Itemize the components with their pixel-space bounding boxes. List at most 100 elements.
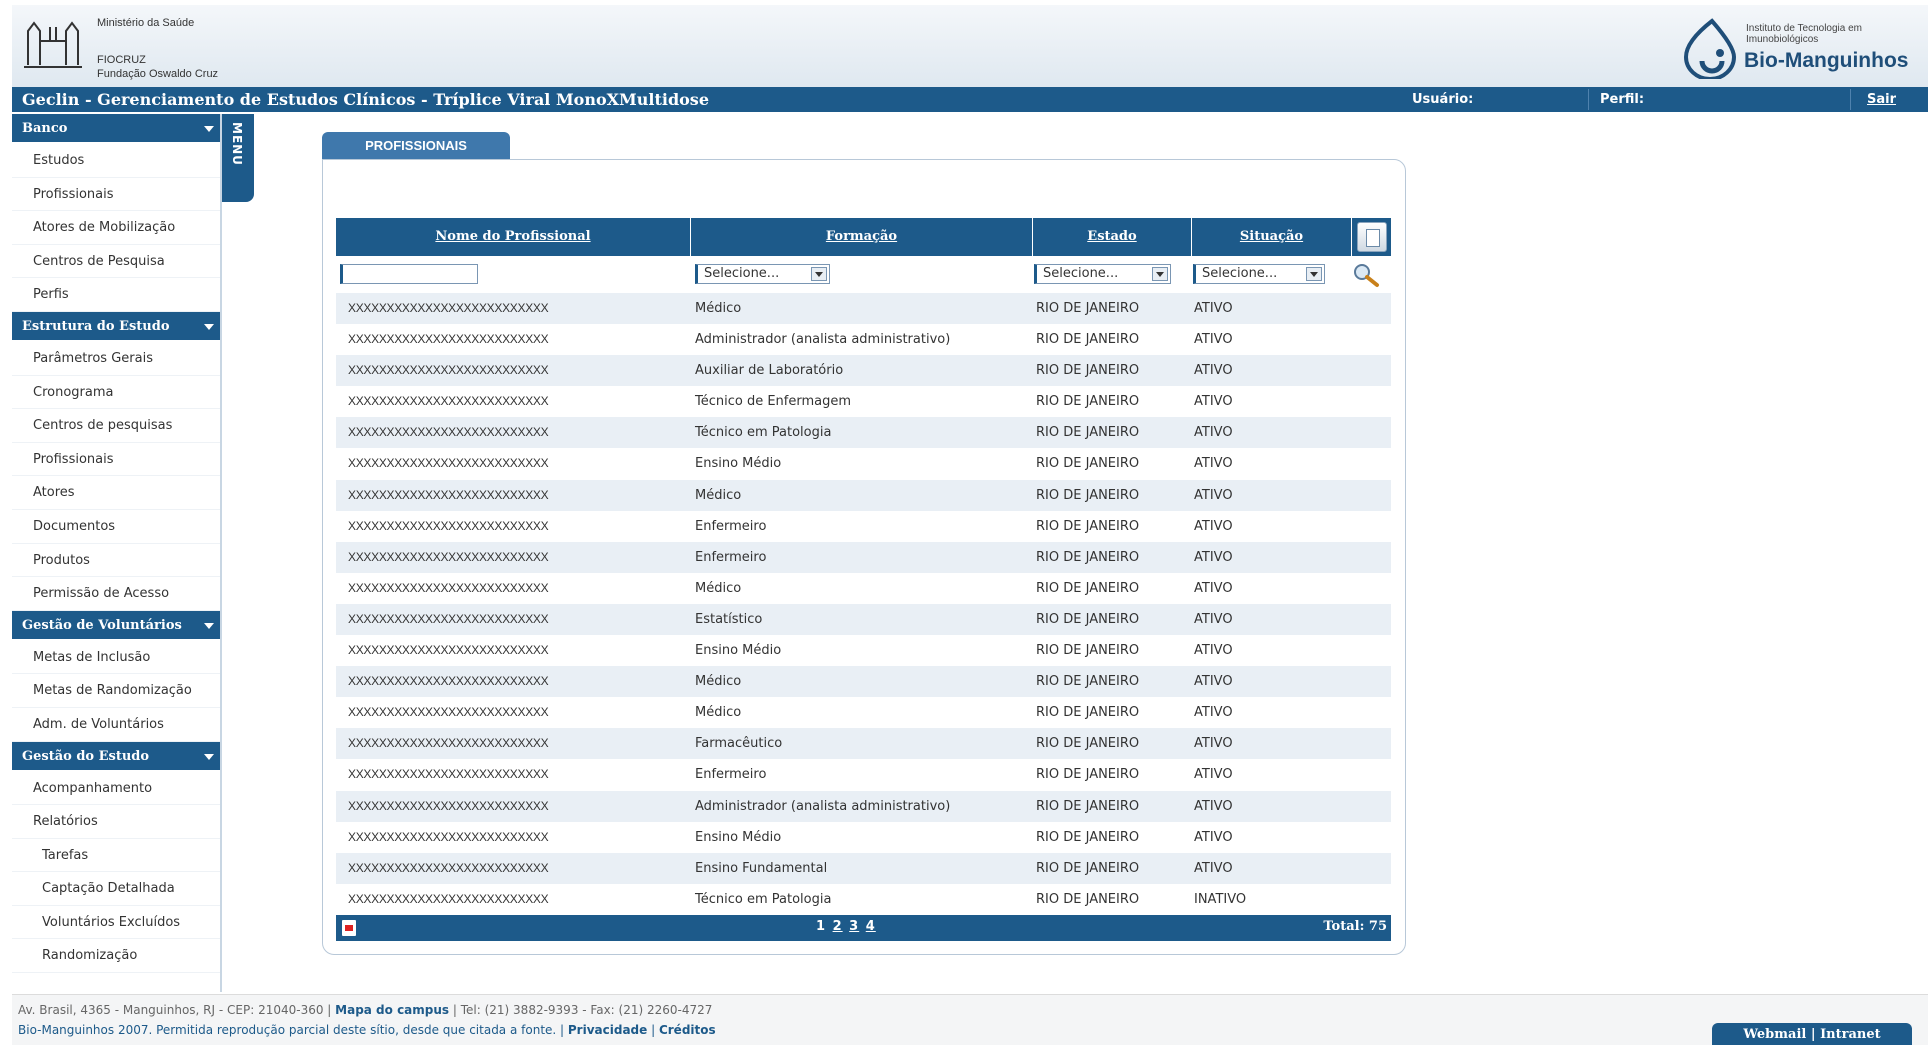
footer-separator: |	[647, 1023, 659, 1037]
sidebar-item-cronograma[interactable]: Cronograma	[12, 376, 220, 410]
table-row[interactable]: XXXXXXXXXXXXXXXXXXXXXXXXXX Enfermeiro RIO …	[336, 541, 1391, 573]
menu-tab-label: MENU	[230, 122, 244, 166]
app-title: Geclin - Gerenciamento de Estudos Clínic…	[22, 90, 709, 109]
privacy-link[interactable]: Privacidade	[568, 1023, 647, 1037]
estado-filter-value: Selecione...	[1043, 266, 1119, 281]
sidebar-item-acompanhamento[interactable]: Acompanhamento	[12, 772, 220, 806]
situacao-filter-select[interactable]: Selecione...	[1193, 264, 1325, 284]
export-icon[interactable]	[1357, 222, 1387, 252]
search-icon[interactable]	[1351, 262, 1381, 288]
sidebar-item-atores-mobilizacao[interactable]: Atores de Mobilização	[12, 211, 220, 245]
fiocruz-label: FIOCRUZ Fundação Oswaldo Cruz	[97, 53, 218, 81]
cell-nome: XXXXXXXXXXXXXXXXXXXXXXXXXX	[348, 860, 549, 875]
webmail-intranet-link[interactable]: Webmail | Intranet	[1712, 1023, 1912, 1045]
tab-profissionais[interactable]: PROFISSIONAIS	[322, 132, 510, 160]
footer-address: Av. Brasil, 4365 - Manguinhos, RJ - CEP:…	[18, 1003, 712, 1017]
sidebar-item-parametros[interactable]: Parâmetros Gerais	[12, 342, 220, 376]
table-row[interactable]: XXXXXXXXXXXXXXXXXXXXXXXXXX Ensino Médio RI…	[336, 448, 1391, 479]
table-row[interactable]: XXXXXXXXXXXXXXXXXXXXXXXXXX Administrador …	[336, 790, 1391, 822]
sidebar-section-gestao[interactable]: Gestão do Estudo	[12, 741, 220, 772]
sidebar-item-profissionais-estudo[interactable]: Profissionais	[12, 443, 220, 477]
formacao-filter-select[interactable]: Selecione...	[695, 264, 830, 284]
sidebar-item-metas-randomizacao[interactable]: Metas de Randomização	[12, 674, 220, 708]
sidebar-subitem-excluidos[interactable]: Voluntários Excluídos	[12, 906, 220, 940]
sidebar-item-centros[interactable]: Centros de pesquisas	[12, 409, 220, 443]
cell-nome: XXXXXXXXXXXXXXXXXXXXXXXXXX	[348, 643, 549, 658]
chevron-down-icon	[204, 323, 214, 330]
sidebar-subitem-captacao[interactable]: Captação Detalhada	[12, 872, 220, 906]
estado-filter-select[interactable]: Selecione...	[1034, 264, 1171, 284]
cell-nome: XXXXXXXXXXXXXXXXXXXXXXXXXX	[348, 487, 549, 502]
cell-nome: XXXXXXXXXXXXXXXXXXXXXXXXXX	[348, 580, 549, 595]
footer-copyright: Bio-Manguinhos 2007. Permitida reproduçã…	[18, 1023, 716, 1037]
fiocruz-subtitle: Fundação Oswaldo Cruz	[97, 68, 219, 80]
column-header-situacao[interactable]: Situação	[1192, 218, 1352, 256]
table-row[interactable]: XXXXXXXXXXXXXXXXXXXXXXXXXX Técnico em Pat…	[336, 884, 1391, 915]
table-row[interactable]: XXXXXXXXXXXXXXXXXXXXXXXXXX Enfermeiro RIO …	[336, 759, 1391, 790]
column-header-estado[interactable]: Estado	[1033, 218, 1192, 256]
column-header-formacao[interactable]: Formação	[691, 218, 1033, 256]
table-row[interactable]: XXXXXXXXXXXXXXXXXXXXXXXXXX Ensino Fundame…	[336, 852, 1391, 884]
page-link-1[interactable]: 1	[816, 919, 826, 934]
table-row[interactable]: XXXXXXXXXXXXXXXXXXXXXXXXXX Ensino Médio RI…	[336, 822, 1391, 853]
sidebar-item-metas-inclusao[interactable]: Metas de Inclusão	[12, 641, 220, 675]
cell-estado: RIO DE JANEIRO	[1036, 705, 1140, 721]
sidebar: Banco Estudos Profissionais Atores de Mo…	[12, 114, 222, 992]
sidebar-subitem-tarefas[interactable]: Tarefas	[12, 839, 220, 873]
cell-estado: RIO DE JANEIRO	[1036, 891, 1140, 907]
sidebar-section-estrutura[interactable]: Estrutura do Estudo	[12, 311, 220, 342]
table-row[interactable]: XXXXXXXXXXXXXXXXXXXXXXXXXX Médico RIO DE J…	[336, 573, 1391, 604]
table-row[interactable]: XXXXXXXXXXXXXXXXXXXXXXXXXX Técnico em Pat…	[336, 417, 1391, 449]
footer-contact-text: | Tel: (21) 3882-9393 - Fax: (21) 2260-4…	[449, 1003, 713, 1017]
table-row[interactable]: XXXXXXXXXXXXXXXXXXXXXXXXXX Auxiliar de La…	[336, 355, 1391, 387]
table-row[interactable]: XXXXXXXXXXXXXXXXXXXXXXXXXX Médico RIO DE J…	[336, 697, 1391, 728]
sidebar-section-voluntarios[interactable]: Gestão de Voluntários	[12, 610, 220, 641]
table-row[interactable]: XXXXXXXXXXXXXXXXXXXXXXXXXX Administrador …	[336, 324, 1391, 355]
cell-formacao: Técnico em Patologia	[695, 425, 832, 441]
cell-situacao: ATIVO	[1194, 456, 1233, 472]
menu-toggle-tab[interactable]: MENU	[222, 114, 254, 202]
page-link-2[interactable]: 2	[833, 919, 843, 934]
nome-filter-input[interactable]	[340, 264, 478, 284]
sidebar-item-perfis[interactable]: Perfis	[12, 278, 220, 312]
sidebar-item-permissao[interactable]: Permissão de Acesso	[12, 577, 220, 611]
cell-situacao: ATIVO	[1194, 611, 1233, 627]
cell-situacao: ATIVO	[1194, 332, 1233, 348]
footer-address-text: Av. Brasil, 4365 - Manguinhos, RJ - CEP:…	[18, 1003, 336, 1017]
table-row[interactable]: XXXXXXXXXXXXXXXXXXXXXXXXXX Médico RIO DE J…	[336, 479, 1391, 511]
ministerio-label: Ministério da Saúde	[97, 17, 195, 29]
sidebar-item-relatorios[interactable]: Relatórios	[12, 805, 220, 839]
table-row[interactable]: XXXXXXXXXXXXXXXXXXXXXXXXXX Farmacêutico RI…	[336, 728, 1391, 760]
page-link-3[interactable]: 3	[849, 919, 859, 934]
table-row[interactable]: XXXXXXXXXXXXXXXXXXXXXXXXXX Técnico de Enf…	[336, 386, 1391, 417]
table-row[interactable]: XXXXXXXXXXXXXXXXXXXXXXXXXX Médico RIO DE J…	[336, 293, 1391, 325]
column-header-nome[interactable]: Nome do Profissional	[336, 218, 691, 256]
credits-link[interactable]: Créditos	[659, 1023, 716, 1037]
cell-estado: RIO DE JANEIRO	[1036, 736, 1140, 752]
cell-nome: XXXXXXXXXXXXXXXXXXXXXXXXXX	[348, 891, 549, 906]
sidebar-item-adm-voluntarios[interactable]: Adm. de Voluntários	[12, 708, 220, 742]
pdf-icon[interactable]	[342, 919, 356, 936]
table-row[interactable]: XXXXXXXXXXXXXXXXXXXXXXXXXX Médico RIO DE J…	[336, 666, 1391, 698]
table-header: Nome do Profissional Formação Estado Sit…	[336, 218, 1391, 256]
sidebar-item-estudos[interactable]: Estudos	[12, 144, 220, 178]
fiocruz-logo-icon	[24, 21, 82, 68]
sidebar-item-centros-pesquisa[interactable]: Centros de Pesquisa	[12, 245, 220, 279]
table-row[interactable]: XXXXXXXXXXXXXXXXXXXXXXXXXX Ensino Médio RI…	[336, 635, 1391, 666]
cell-nome: XXXXXXXXXXXXXXXXXXXXXXXXXX	[348, 674, 549, 689]
campus-map-link[interactable]: Mapa do campus	[335, 1003, 449, 1017]
chevron-down-icon	[204, 753, 214, 760]
sidebar-item-profissionais[interactable]: Profissionais	[12, 178, 220, 212]
sidebar-subitem-randomizacao[interactable]: Randomização	[12, 939, 220, 974]
table-row[interactable]: XXXXXXXXXXXXXXXXXXXXXXXXXX Enfermeiro RIO …	[336, 511, 1391, 542]
cell-situacao: ATIVO	[1194, 798, 1233, 814]
fiocruz-title: FIOCRUZ	[97, 54, 146, 66]
sidebar-section-banco[interactable]: Banco	[12, 114, 220, 144]
sidebar-item-produtos[interactable]: Produtos	[12, 544, 220, 578]
sidebar-item-atores[interactable]: Atores	[12, 476, 220, 510]
cell-situacao: ATIVO	[1194, 425, 1233, 441]
logout-link[interactable]: Sair	[1867, 92, 1896, 107]
sidebar-item-documentos[interactable]: Documentos	[12, 510, 220, 544]
table-row[interactable]: XXXXXXXXXXXXXXXXXXXXXXXXXX Estatístico RIO…	[336, 603, 1391, 636]
page-link-4[interactable]: 4	[866, 919, 876, 934]
